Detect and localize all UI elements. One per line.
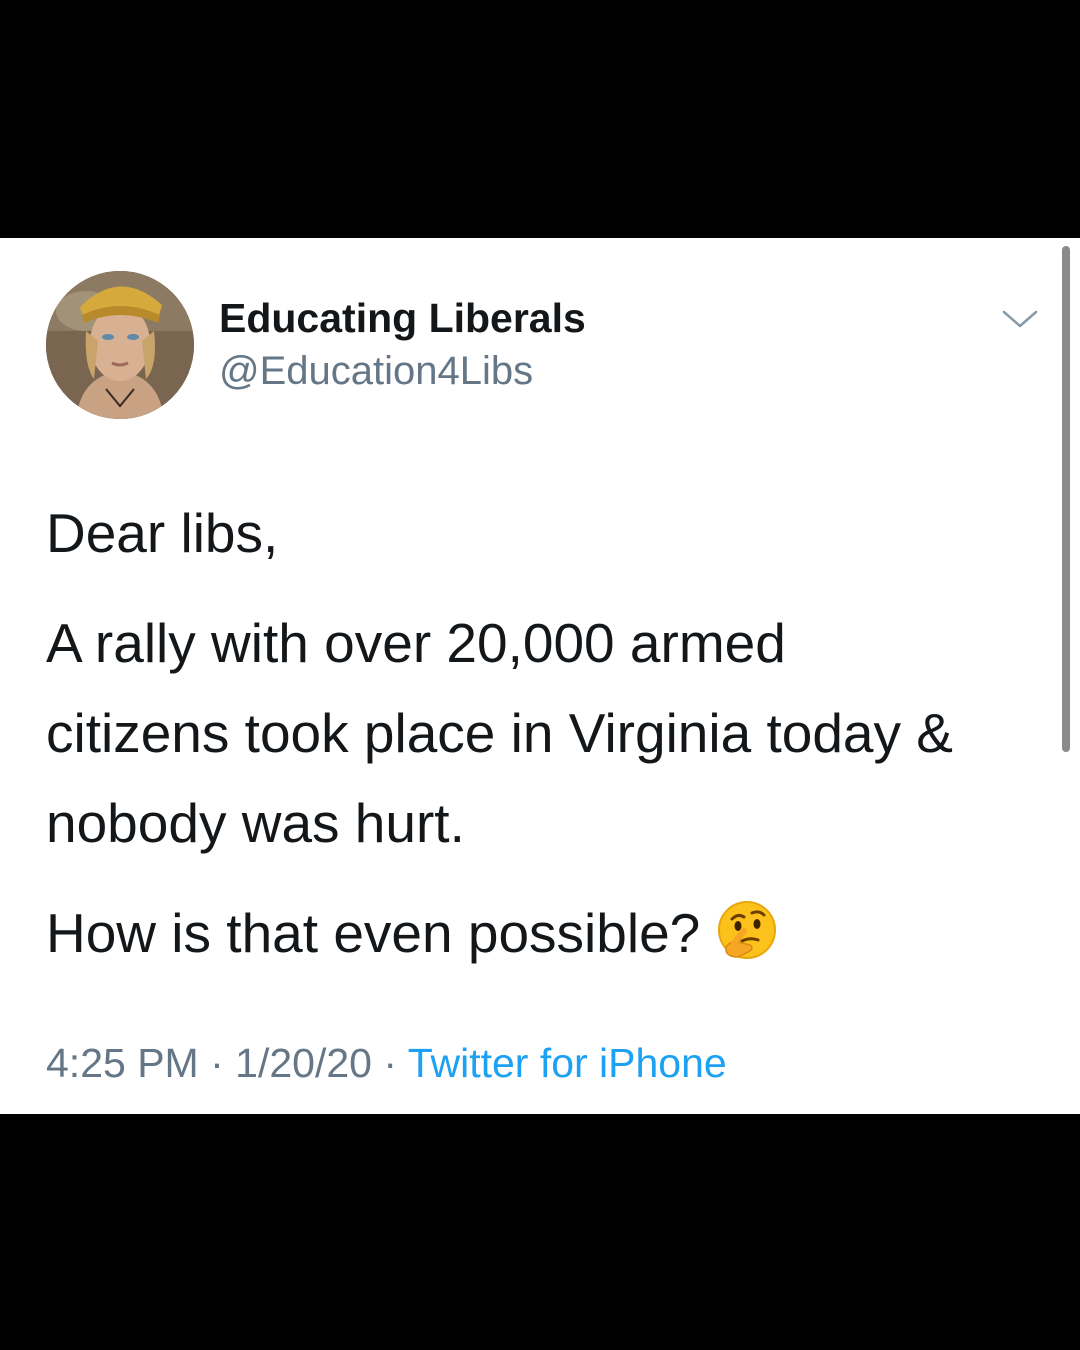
tweet-card: Educating Liberals @Education4Libs Dear … (0, 238, 1080, 1114)
tweet-source-link[interactable]: Twitter for iPhone (408, 1040, 727, 1086)
avatar[interactable] (46, 271, 194, 419)
tweet-paragraph-body: A rally with over 20,000 armed citizens … (46, 598, 1046, 868)
tweet-text: Dear libs, A rally with over 20,000 arme… (46, 488, 1046, 978)
scrollbar[interactable] (1062, 246, 1070, 752)
separator-dot: · (210, 1040, 224, 1086)
thinking-face-emoji (716, 899, 778, 961)
tweet-line: nobody was hurt. (46, 792, 465, 854)
tweet-line: A rally with over 20,000 armed (46, 612, 786, 674)
tweet-line: How is that even possible? (46, 902, 701, 964)
tweet-metadata: 4:25 PM · 1/20/20 · Twitter for iPhone (46, 1038, 727, 1088)
letterbox-frame: Educating Liberals @Education4Libs Dear … (0, 0, 1080, 1350)
chevron-down-icon[interactable] (1000, 304, 1040, 334)
display-name[interactable]: Educating Liberals (219, 294, 586, 342)
tweet-paragraph-question: How is that even possible? (46, 888, 1046, 978)
tweet-paragraph-greeting: Dear libs, (46, 502, 279, 564)
tweet-time[interactable]: 4:25 PM (46, 1040, 199, 1086)
user-handle[interactable]: @Education4Libs (219, 347, 533, 395)
separator-dot: · (383, 1040, 398, 1086)
profile-photo (46, 271, 194, 419)
tweet-date[interactable]: 1/20/20 (235, 1040, 372, 1086)
tweet-line: citizens took place in Virginia today & (46, 702, 953, 764)
